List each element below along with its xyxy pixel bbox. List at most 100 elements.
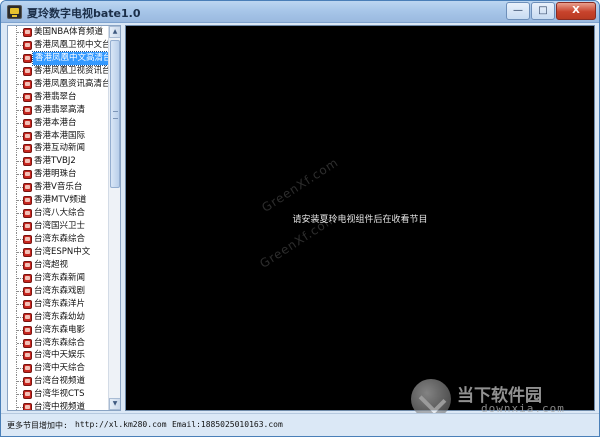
tree-connector [16,233,23,246]
channel-label: 香港V音乐台 [34,182,83,193]
tv-channel-icon [23,79,32,89]
tree-connector [16,310,23,324]
tree-connector [16,51,23,65]
tv-channel-icon [23,118,32,128]
title-bar[interactable]: 夏玲数字电视bate1.0 — □ X [1,1,599,23]
tv-channel-icon [23,209,32,219]
channel-label: 台湾超视 [34,259,69,270]
channel-item[interactable]: 台湾东森电影 [8,323,108,337]
install-component-message: 请安装夏玲电视组件后在收看节目 [292,215,428,225]
tree-connector [16,220,23,233]
tv-channel-icon [23,183,32,193]
maximize-button[interactable]: □ [531,2,555,20]
scroll-down-button[interactable]: ▼ [109,398,120,410]
tv-channel-icon [23,247,32,257]
channel-item[interactable]: 台湾东森综合 [8,233,108,246]
tv-channel-icon [23,53,32,63]
tv-channel-icon [23,377,32,387]
close-button[interactable]: X [556,2,596,20]
channel-item[interactable]: 台湾中天综合 [8,362,108,376]
channel-scrollbar[interactable]: ▲ ▼ [108,26,120,410]
tv-channel-icon [23,364,32,374]
tree-connector [16,38,23,52]
channel-item[interactable]: 香港凤凰卫视资讯台 [8,64,111,78]
status-url-link[interactable]: http://xl.km280.com [75,420,167,429]
channel-item[interactable]: 台湾台视频道 [8,375,108,389]
channel-label: 台湾中视频道 [34,402,86,411]
channel-label: 香港凤凰卫视中文台 [34,39,111,50]
channel-item[interactable]: 香港翡翠台 [8,90,108,104]
tree-connector [16,271,23,285]
channel-item[interactable]: 台湾东森新闻 [8,271,108,285]
channel-item[interactable]: 台湾国兴卫士 [8,220,108,233]
channel-item[interactable]: 台湾华视CTS [8,388,108,402]
tree-connector [16,77,23,91]
scroll-up-button[interactable]: ▲ [109,26,120,38]
tv-channel-icon [23,157,32,167]
tree-connector [16,26,23,39]
tv-channel-icon [23,222,32,232]
channel-label: 台湾东森综合 [34,234,86,244]
tree-connector [16,168,23,182]
channel-item[interactable]: 香港互动新闻 [8,142,108,156]
channel-item[interactable]: 台湾东森洋片 [8,297,108,311]
channel-item[interactable]: 香港TVBJ2 [8,155,108,169]
channel-item[interactable]: 美国NBA体育频道 [8,26,108,39]
main-window: 夏玲数字电视bate1.0 — □ X 美国NBA体育频道 香港凤凰卫视中文台 香港… [0,0,600,437]
channel-item[interactable]: 香港凤凰资讯高清台 [8,77,111,91]
minimize-button[interactable]: — [506,2,530,20]
tv-channel-icon [23,286,32,296]
channel-label: 台湾东森电影 [34,324,86,335]
channel-item[interactable]: 台湾ESPN中文 [8,245,108,259]
tree-connector [16,245,23,259]
tv-channel-icon [23,390,32,400]
channel-item[interactable]: 香港明珠台 [8,168,108,182]
tv-channel-icon [23,325,32,335]
channel-label: 香港本港国际 [34,130,86,141]
tree-connector [16,336,23,350]
channel-label: 香港翡翠高清 [34,104,86,115]
tree-connector [16,181,23,195]
tv-channel-icon [23,312,32,322]
tree-connector [16,142,23,156]
channel-item[interactable]: 香港本港国际 [8,129,108,143]
tv-channel-icon [23,351,32,361]
channel-item[interactable]: 台湾东森戏剧 [8,284,108,298]
channel-label: 台湾八大综合 [34,208,86,219]
tree-connector [16,362,23,376]
channel-label: 台湾中天娱乐 [34,350,86,361]
tv-channel-icon [23,338,32,348]
tree-connector [16,284,23,298]
channel-item[interactable]: 台湾东森幼幼 [8,310,108,324]
tree-connector [16,207,23,221]
tree-connector [16,401,23,410]
video-display[interactable]: GreenXf.com GreenXf.com 请安装夏玲电视组件后在收看节目 [125,25,595,411]
channel-item[interactable]: 香港凤凰中文高清台 [8,50,115,66]
scroll-thumb[interactable] [110,40,120,188]
tree-connector [16,258,23,272]
channel-item[interactable]: 台湾东森综合 [8,336,108,350]
channel-label: 台湾东森戏剧 [34,285,86,296]
channel-item[interactable]: 香港MTV频道 [8,194,108,208]
channel-item[interactable]: 台湾中视频道 [8,401,108,411]
channel-item[interactable]: 香港本港台 [8,116,108,130]
channel-item[interactable]: 香港V音乐台 [8,181,108,195]
channel-item[interactable]: 香港翡翠高清 [8,103,108,117]
channel-item[interactable]: 台湾中天娱乐 [8,349,108,363]
channel-label: 香港MTV频道 [34,195,87,206]
tv-channel-icon [23,144,32,154]
tree-connector [16,375,23,389]
channel-label: 台湾ESPN中文 [34,246,91,257]
tree-connector [16,103,23,117]
tree-connector [16,129,23,143]
tv-channel-icon [23,196,32,206]
tv-channel-icon [23,131,32,141]
channel-item[interactable]: 台湾八大综合 [8,207,108,221]
channel-label: 香港明珠台 [34,169,77,180]
channel-label: 美国NBA体育频道 [34,27,104,37]
tv-channel-icon [23,40,32,50]
channel-item[interactable]: 香港凤凰卫视中文台 [8,38,111,52]
channel-item[interactable]: 台湾超视 [8,258,108,272]
tree-connector [16,297,23,311]
channel-list[interactable]: 美国NBA体育频道 香港凤凰卫视中文台 香港凤凰中文高清台 香港凤凰卫视资讯台 香港凤凰… [7,25,121,411]
